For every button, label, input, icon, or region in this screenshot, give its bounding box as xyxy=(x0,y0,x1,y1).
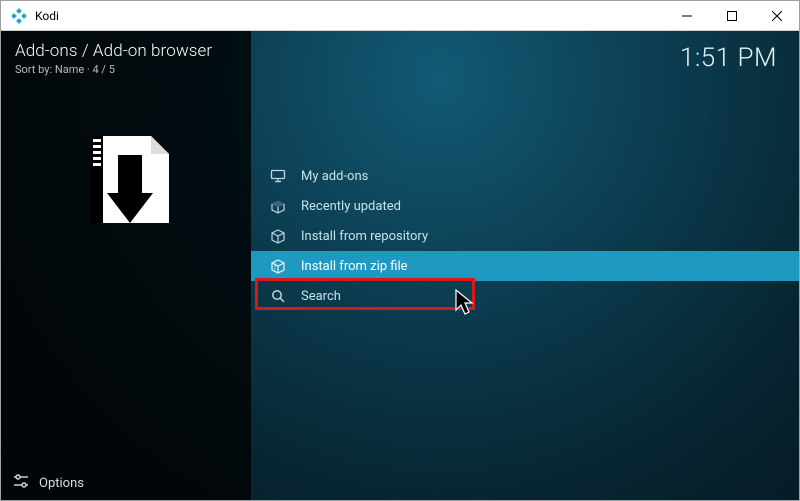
addon-browser-icon xyxy=(1,131,251,231)
menu-item-label: My add-ons xyxy=(301,169,368,184)
list-position: 4 / 5 xyxy=(93,63,115,76)
minimize-button[interactable] xyxy=(664,1,709,31)
menu-item-search[interactable]: Search xyxy=(251,281,799,311)
app-body: Add-ons / Add-on browser Sort by: Name ·… xyxy=(1,31,799,500)
window-title: Kodi xyxy=(35,9,59,23)
menu-item-recently-updated[interactable]: Recently updated xyxy=(251,191,799,221)
content-panel: 1:51 PM My add-ons xyxy=(251,31,799,500)
options-label: Options xyxy=(39,476,84,491)
menu-item-label: Recently updated xyxy=(301,199,401,214)
kodi-app-icon xyxy=(9,6,29,26)
menu-item-label: Install from zip file xyxy=(301,259,408,274)
sort-prefix: Sort by: xyxy=(15,63,52,76)
menu-item-install-from-zip[interactable]: Install from zip file xyxy=(251,251,799,281)
zip-box-icon xyxy=(269,257,287,275)
search-icon xyxy=(269,287,287,305)
side-panel: Add-ons / Add-on browser Sort by: Name ·… xyxy=(1,31,251,500)
menu-item-install-from-repository[interactable]: Install from repository xyxy=(251,221,799,251)
menu-item-label: Search xyxy=(301,289,341,304)
addon-browser-menu: My add-ons Recently updated xyxy=(251,161,799,311)
maximize-button[interactable] xyxy=(709,1,754,31)
kodi-window: Kodi Add-ons / Add-on browser Sort by: N… xyxy=(0,0,800,501)
sort-value: Name xyxy=(55,63,84,76)
close-button[interactable] xyxy=(754,1,799,31)
side-spacer xyxy=(1,231,251,466)
monitor-icon xyxy=(269,167,287,185)
menu-item-my-addons[interactable]: My add-ons xyxy=(251,161,799,191)
sort-info: Sort by: Name · 4 / 5 xyxy=(1,61,251,76)
window-controls xyxy=(664,1,799,31)
breadcrumb: Add-ons / Add-on browser xyxy=(1,41,251,61)
box-icon xyxy=(269,227,287,245)
clock: 1:51 PM xyxy=(680,43,777,73)
sliders-icon xyxy=(13,473,29,493)
menu-item-label: Install from repository xyxy=(301,229,428,244)
options-button[interactable]: Options xyxy=(1,466,251,500)
window-titlebar[interactable]: Kodi xyxy=(1,1,799,31)
box-open-icon xyxy=(269,197,287,215)
